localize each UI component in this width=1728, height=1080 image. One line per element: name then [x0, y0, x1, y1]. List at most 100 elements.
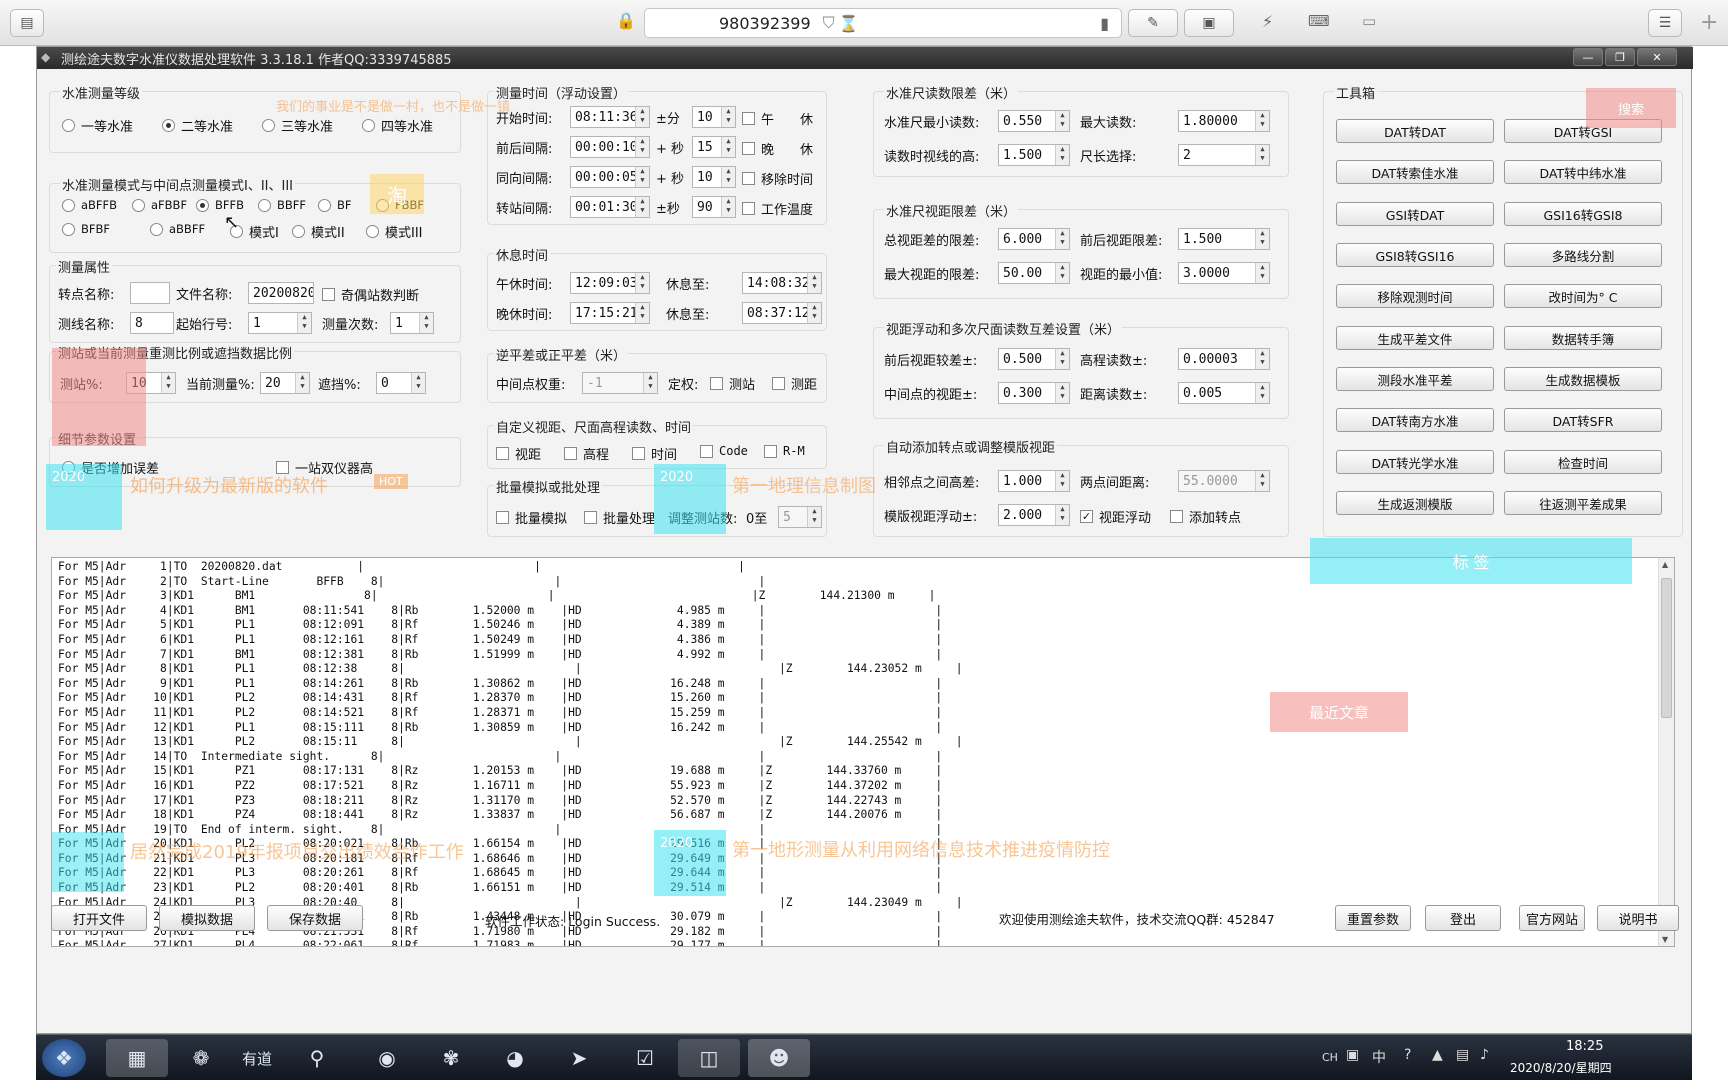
sight-float-checkbox[interactable]: ✓ 视距浮动 [1080, 507, 1151, 526]
block-ratio-spinner[interactable]: 0 ▲ ▼ [376, 372, 426, 394]
noon-rest-checkbox[interactable]: 午 休 [742, 109, 813, 128]
radio-mode-afbbf[interactable]: aFBBF [132, 198, 187, 212]
fb-interval-spinner[interactable]: 00:00:10 ▲ ▼ [570, 136, 650, 158]
open-file-button[interactable]: 打开文件 [51, 905, 147, 931]
fb-float-spinner[interactable]: 0.500 ▲ ▼ [998, 348, 1070, 370]
taskbar-explorer-icon[interactable]: ▦ [106, 1039, 168, 1077]
mid-float-spinner[interactable]: 0.300 ▲ ▼ [998, 382, 1070, 404]
count-spinner[interactable]: 1 ▲ ▼ [390, 312, 434, 334]
weight-station-checkbox[interactable]: 测站 [710, 374, 755, 393]
taskbar-window-icon[interactable]: ◫ [678, 1039, 740, 1077]
radio-mode-2[interactable]: 模式II [292, 222, 345, 241]
tool-dat-to-dat-button[interactable]: DAT转DAT [1336, 119, 1494, 143]
clock-time[interactable]: 18:25 [1566, 1039, 1603, 1054]
tool-remove-time-button[interactable]: 移除观测时间 [1336, 284, 1494, 308]
simulate-data-button[interactable]: 模拟数据 [159, 905, 255, 931]
taskbar-youdao-icon[interactable]: 有道 [232, 1039, 282, 1077]
radio-mode-fbbf[interactable]: FBBF [376, 198, 424, 212]
custom-elev-checkbox[interactable]: 高程 [564, 444, 609, 463]
taskbar-search-icon[interactable]: ⚲ [292, 1039, 342, 1077]
minimize-button[interactable]: — [1573, 48, 1603, 66]
custom-distance-checkbox[interactable]: 视距 [496, 444, 541, 463]
template-float-spinner[interactable]: 2.000 ▲ ▼ [998, 504, 1070, 526]
save-data-button[interactable]: 保存数据 [267, 905, 363, 931]
tool-dat-to-sokkia-button[interactable]: DAT转索佳水准 [1336, 160, 1494, 184]
taskbar-bird-icon[interactable]: ✾ [426, 1039, 476, 1077]
taskbar-surveyor-icon[interactable]: ☻ [748, 1039, 810, 1077]
fb-limit-spinner[interactable]: 1.500 ▲ ▼ [1178, 228, 1270, 250]
night-time-spinner[interactable]: 17:15:21 ▲ ▼ [570, 302, 650, 324]
maximize-button[interactable]: ❐ [1605, 48, 1635, 66]
start-button[interactable]: ❖ [42, 1039, 86, 1077]
tool-gsi16-to-gsi8-button[interactable]: GSI16转GSI8 [1504, 202, 1662, 226]
same-plus-spinner[interactable]: 10 ▲ ▼ [692, 166, 736, 188]
tray-arrow-icon[interactable]: ▲ [1432, 1047, 1443, 1063]
ime-lang[interactable]: CH [1322, 1051, 1338, 1064]
reset-params-button[interactable]: 重置参数 [1335, 905, 1411, 931]
night-to-spinner[interactable]: 08:37:12 ▲ ▼ [742, 302, 822, 324]
tool-dat-to-sfr-button[interactable]: DAT转SFR [1504, 408, 1662, 432]
log-output[interactable]: For M5|Adr 1|TO 20200820.dat | | | For M5… [51, 557, 1675, 947]
custom-time-checkbox[interactable]: 时间 [632, 444, 677, 463]
log-scrollbar[interactable]: ▲ ▼ [1658, 558, 1674, 946]
adjust-stations-spinner[interactable]: 5 ▲ ▼ [778, 506, 822, 528]
tool-dat-to-south-button[interactable]: DAT转南方水准 [1336, 408, 1494, 432]
monitor-icon[interactable]: ▭ [1362, 12, 1376, 30]
radio-grade-4[interactable]: 四等水准 [362, 116, 433, 135]
document-icon[interactable]: ▮ [1100, 14, 1109, 33]
batch-process-checkbox[interactable]: 批量处理 [584, 508, 655, 527]
tool-dat-to-optical-button[interactable]: DAT转光学水准 [1336, 450, 1494, 474]
custom-rm-checkbox[interactable]: R-M [764, 444, 805, 458]
tool-check-time-button[interactable]: 检查时间 [1504, 450, 1662, 474]
new-tab-icon[interactable]: + [1700, 10, 1718, 35]
min-sight-spinner[interactable]: 3.0000 ▲ ▼ [1178, 262, 1270, 284]
current-ratio-spinner[interactable]: 20 ▲ ▼ [260, 372, 310, 394]
keyboard-icon[interactable]: ⌨ [1308, 12, 1330, 30]
taskbar-app-icon[interactable]: ☑ [620, 1039, 670, 1077]
tool-gsi8-to-gsi16-button[interactable]: GSI8转GSI16 [1336, 243, 1494, 267]
taskbar-tool-icon[interactable]: ❁ [176, 1039, 226, 1077]
radio-mode-bf[interactable]: BF [318, 198, 352, 212]
noon-to-spinner[interactable]: 14:08:32 ▲ ▼ [742, 272, 822, 294]
add-turn-point-checkbox[interactable]: 添加转点 [1170, 507, 1241, 526]
remove-time-checkbox[interactable]: 移除时间 [742, 169, 813, 188]
weight-distance-checkbox[interactable]: 测距 [772, 374, 817, 393]
start-time-spinner[interactable]: 08:11:36 ▲ ▼ [570, 106, 650, 128]
radio-grade-2[interactable]: 二等水准 [162, 116, 233, 135]
ime-icon[interactable]: ▣ [1346, 1047, 1359, 1063]
radio-mode-3[interactable]: 模式III [366, 222, 423, 241]
tool-return-template-button[interactable]: 生成返测模版 [1336, 491, 1494, 515]
file-name-input[interactable]: 20200820 [248, 282, 314, 304]
logout-button[interactable]: 登出 [1425, 905, 1501, 931]
radio-mode-abbff[interactable]: aBBFF [150, 222, 205, 236]
two-point-spinner[interactable]: 55.0000 ▲ ▼ [1178, 470, 1270, 492]
radio-mode-bbff[interactable]: BBFF [258, 198, 306, 212]
chat-icon[interactable]: ✎ [1128, 9, 1178, 37]
taskbar-plane-icon[interactable]: ➤ [554, 1039, 604, 1077]
radio-mode-bffb[interactable]: BFFB [196, 198, 244, 212]
tool-time-to-temp-button[interactable]: 改时间为° C [1504, 284, 1662, 308]
turn-interval-spinner[interactable]: 00:01:30 ▲ ▼ [570, 196, 650, 218]
screen-icon[interactable]: ▣ [1184, 9, 1234, 37]
tool-adjust-file-button[interactable]: 生成平差文件 [1336, 326, 1494, 350]
taskbar-chrome-icon[interactable]: ◉ [362, 1039, 412, 1077]
tool-to-handbook-button[interactable]: 数据转手簿 [1504, 326, 1662, 350]
clock-date[interactable]: 2020/8/20/星期四 [1510, 1059, 1612, 1076]
odd-even-checkbox[interactable]: 奇偶站数判断 [322, 285, 419, 304]
elev-float-spinner[interactable]: 0.00003 ▲ ▼ [1178, 348, 1270, 370]
log-scroll-thumb[interactable] [1661, 578, 1672, 718]
tool-gsi-to-dat-button[interactable]: GSI转DAT [1336, 202, 1494, 226]
tool-dat-to-gsi-button[interactable]: DAT转GSI [1504, 119, 1662, 143]
adjacent-diff-spinner[interactable]: 1.000 ▲ ▼ [998, 470, 1070, 492]
station-ratio-spinner[interactable]: 10 ▲ ▼ [126, 372, 176, 394]
ime-mode[interactable]: 中 [1372, 1047, 1386, 1067]
total-diff-spinner[interactable]: 6.000 ▲ ▼ [998, 228, 1070, 250]
dual-height-checkbox[interactable]: 一站双仪器高 [276, 458, 373, 477]
volume-icon[interactable]: ♪ [1480, 1047, 1489, 1063]
night-rest-checkbox[interactable]: 晚 休 [742, 139, 813, 158]
lightning-icon[interactable]: ⚡ [1262, 12, 1273, 31]
work-temp-checkbox[interactable]: 工作温度 [742, 199, 813, 218]
start-pm-spinner[interactable]: 10 ▲ ▼ [692, 106, 736, 128]
contact-card-icon[interactable]: ▤ [10, 9, 44, 37]
weight-spinner[interactable]: -1 ▲ ▼ [582, 372, 658, 394]
